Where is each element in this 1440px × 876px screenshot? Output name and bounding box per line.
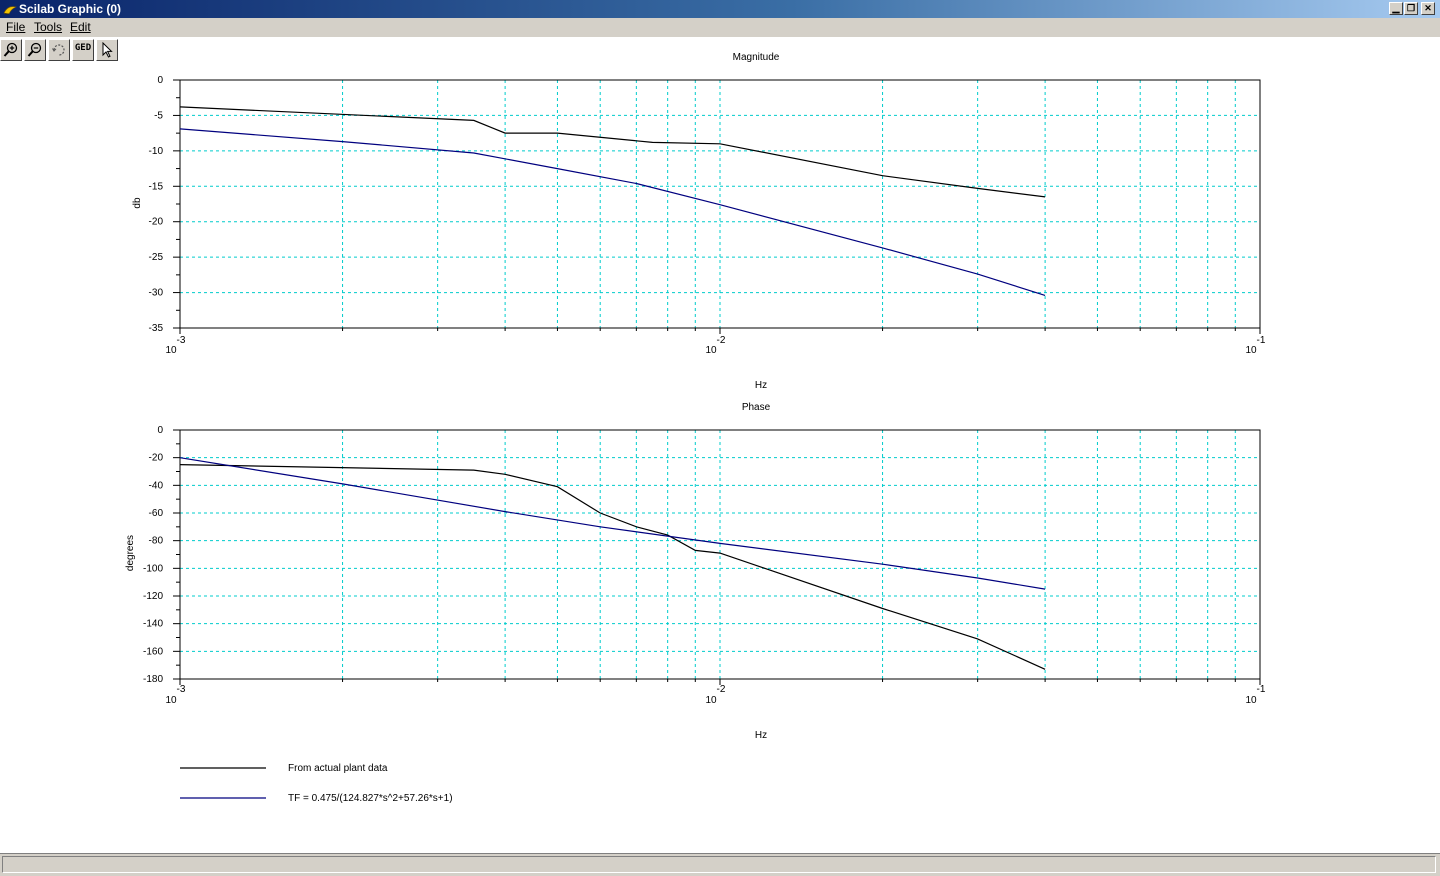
- y-tick-label: 0: [157, 75, 163, 86]
- title-bar: Scilab Graphic (0) ▁ ❐ ✕: [0, 0, 1440, 18]
- scilab-app-icon: [3, 6, 17, 15]
- chart-panel-magnitude: [173, 79, 1261, 334]
- y-tick-label: -10: [149, 146, 164, 157]
- series-line-plant-data: [179, 106, 1046, 198]
- x-axis-label: Hz: [755, 380, 767, 391]
- x-tick-base: 10: [165, 345, 177, 356]
- x-tick-base: 10: [705, 695, 717, 706]
- x-tick-exponent: -1: [1257, 335, 1266, 346]
- y-tick-label: -180: [143, 674, 163, 685]
- restore-button[interactable]: ❐: [1404, 2, 1418, 15]
- minimize-icon: ▁: [1392, 3, 1400, 13]
- x-tick-exponent: -2: [717, 684, 726, 695]
- x-tick-base: 10: [1245, 345, 1257, 356]
- y-tick-label: -80: [149, 536, 164, 547]
- x-tick-exponent: -3: [177, 335, 186, 346]
- legend-label: TF = 0.475/(124.827*s^2+57.26*s+1): [288, 793, 453, 804]
- x-tick-base: 10: [1245, 695, 1257, 706]
- series-line-plant-data: [179, 464, 1046, 670]
- menu-edit[interactable]: Edit: [70, 18, 91, 37]
- x-tick-base: 10: [165, 695, 177, 706]
- y-tick-label: -120: [143, 591, 163, 602]
- y-tick-label: -5: [154, 110, 163, 121]
- bode-plot-canvas[interactable]: 0-5-10-15-20-25-30-3510-310-210-1Magnitu…: [0, 40, 1440, 853]
- menu-bar: File Tools Edit: [0, 18, 1440, 37]
- series-line-transfer-function: [179, 128, 1046, 296]
- y-tick-label: -100: [143, 563, 163, 574]
- y-axis-label: db: [132, 197, 143, 209]
- chart-title: Magnitude: [733, 52, 780, 63]
- close-button[interactable]: ✕: [1421, 2, 1435, 15]
- y-tick-label: -15: [149, 181, 164, 192]
- menu-tools[interactable]: Tools: [34, 18, 62, 37]
- legend-label: From actual plant data: [288, 763, 388, 774]
- menu-file[interactable]: File: [6, 18, 25, 37]
- y-tick-label: -35: [149, 323, 164, 334]
- minimize-button[interactable]: ▁: [1389, 2, 1403, 15]
- y-tick-label: -20: [149, 217, 164, 228]
- x-axis-label: Hz: [755, 730, 767, 741]
- y-tick-label: -20: [149, 453, 164, 464]
- chart-panel-phase: [173, 429, 1261, 685]
- chart-title: Phase: [742, 402, 771, 413]
- x-tick-exponent: -2: [717, 335, 726, 346]
- x-tick-exponent: -3: [177, 684, 186, 695]
- y-axis-label: degrees: [125, 535, 136, 571]
- x-tick-base: 10: [705, 345, 717, 356]
- status-field: [2, 856, 1436, 873]
- status-bar: [0, 853, 1440, 876]
- restore-icon: ❐: [1406, 3, 1416, 13]
- y-tick-label: -30: [149, 288, 164, 299]
- close-icon: ✕: [1424, 3, 1432, 13]
- series-line-transfer-function: [179, 457, 1046, 590]
- y-tick-label: -140: [143, 619, 163, 630]
- y-tick-label: -160: [143, 646, 163, 657]
- x-tick-exponent: -1: [1257, 684, 1266, 695]
- y-tick-label: -60: [149, 508, 164, 519]
- y-tick-label: -25: [149, 252, 164, 263]
- y-tick-label: 0: [157, 425, 163, 436]
- window-title: Scilab Graphic (0): [19, 2, 122, 16]
- y-tick-label: -40: [149, 480, 164, 491]
